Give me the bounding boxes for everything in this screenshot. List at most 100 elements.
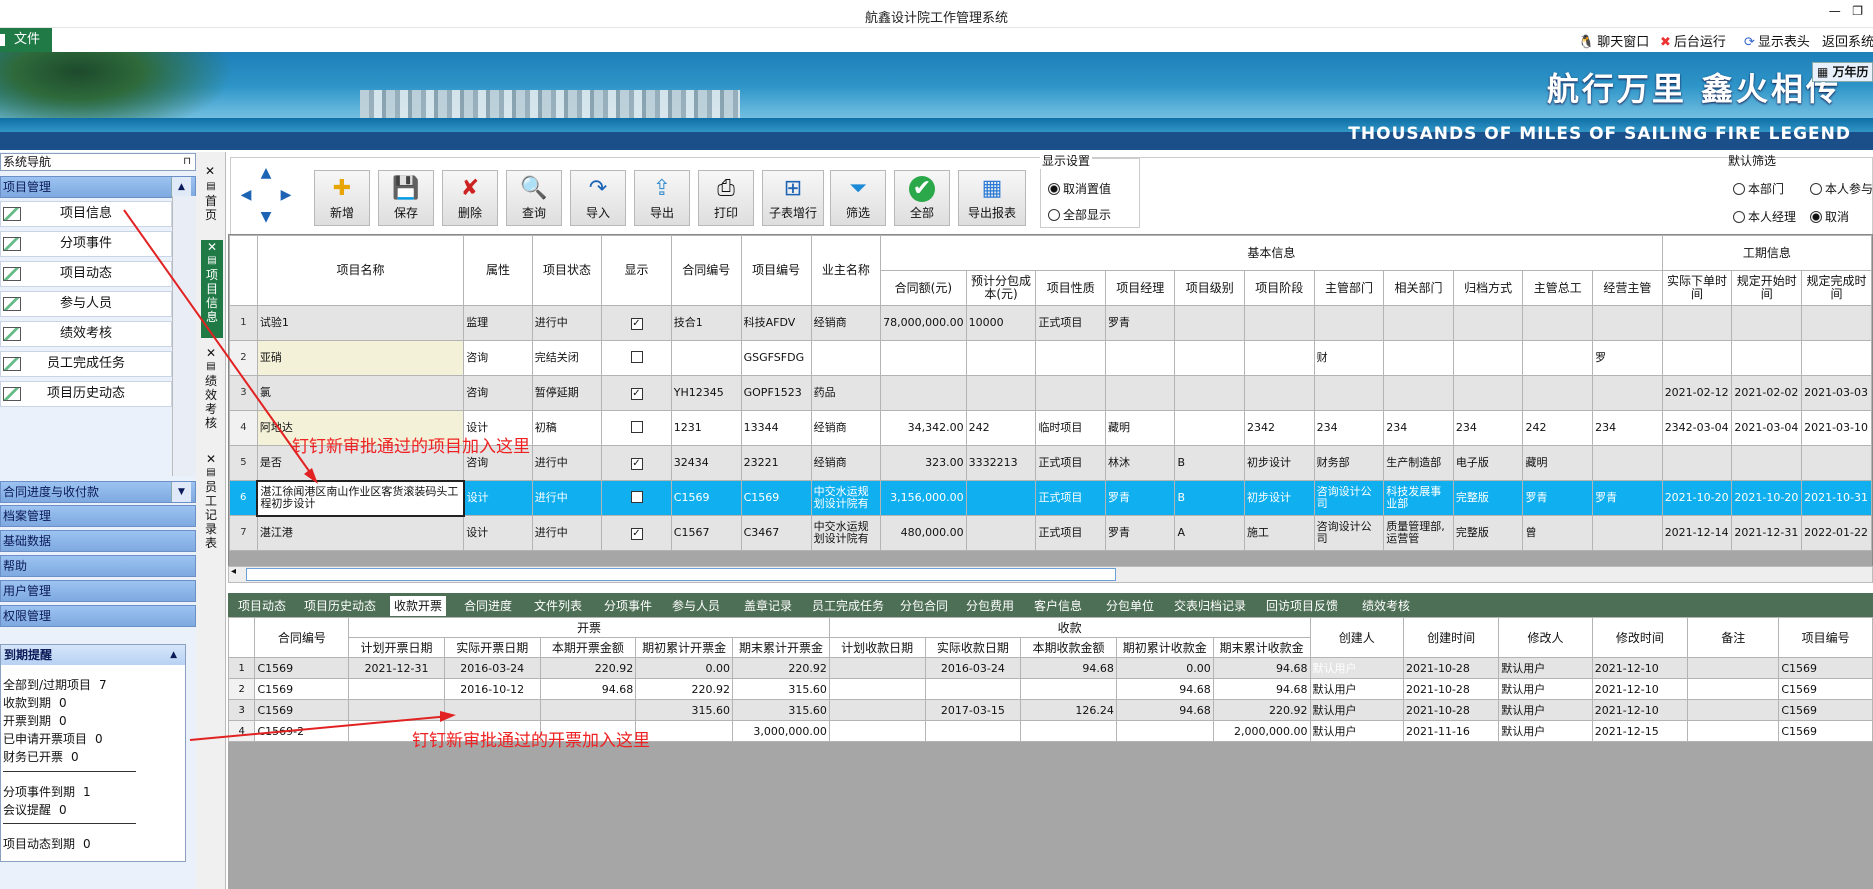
detail-tab[interactable]: 盖章记录 (740, 596, 796, 616)
col-header[interactable]: 本期开票金额 (539, 637, 637, 658)
table-cell[interactable]: 2021-12-10 (1591, 699, 1689, 721)
table-cell[interactable]: C1569 (1778, 657, 1873, 679)
filter-button[interactable]: ⏷ 筛选 (830, 170, 886, 226)
nav-group-permission[interactable]: 权限管理 (0, 605, 196, 627)
table-cell[interactable]: 默认用户 (1309, 678, 1404, 700)
export-report-button[interactable]: ▦ 导出报表 (958, 170, 1026, 226)
file-menu-button[interactable]: 文件 (0, 28, 52, 52)
detail-tab[interactable]: 分项事件 (600, 596, 656, 616)
table-cell[interactable]: 默认用户 (1498, 678, 1593, 700)
table-cell[interactable] (1383, 340, 1454, 376)
col-header[interactable]: 期初累计收款金 (1115, 637, 1214, 658)
detail-tab[interactable]: 员工完成任务 (808, 596, 888, 616)
background-run-button[interactable]: ✖ 后台运行 (1660, 31, 1726, 50)
table-cell[interactable]: 126.24 (1020, 699, 1117, 721)
calendar-button[interactable]: ▦ 万年历 (1812, 62, 1873, 82)
table-cell[interactable]: 242 (965, 410, 1037, 446)
table-cell[interactable] (1801, 340, 1872, 376)
col-header[interactable]: 创建人 (1309, 617, 1404, 658)
table-cell[interactable]: C1569 (1778, 678, 1873, 700)
table-cell[interactable]: 2021-10-20 (1661, 480, 1733, 516)
print-button[interactable]: ⎙ 打印 (698, 170, 754, 226)
table-cell[interactable]: 323.00 (880, 445, 967, 481)
table-cell[interactable]: 罗青 (1104, 515, 1176, 551)
table-cell[interactable]: 2021-03-10 (1801, 410, 1872, 446)
nav-item-subevent[interactable]: 分项事件 (0, 231, 172, 257)
detail-tab[interactable]: 分包费用 (962, 596, 1018, 616)
col-header[interactable]: 项目名称 (256, 235, 465, 306)
row-number[interactable]: 4 (227, 720, 256, 742)
table-cell[interactable]: 34,342.00 (880, 410, 967, 446)
table-cell[interactable]: 2342 (1243, 410, 1315, 446)
table-cell[interactable] (539, 699, 637, 721)
table-cell[interactable]: 经销商 (810, 305, 882, 341)
row-number[interactable]: 5 (229, 445, 258, 481)
add-subrow-button[interactable]: ⊞ 子表增行 (762, 170, 824, 226)
table-cell[interactable] (1174, 375, 1245, 411)
checkbox[interactable]: ✓ (630, 387, 643, 400)
reminder-row[interactable]: 已申请开票项目 0 (3, 730, 103, 747)
table-cell[interactable]: C3467 (740, 515, 812, 551)
table-cell[interactable]: 78,000,000.00 (880, 305, 967, 341)
nav-item-project-info[interactable]: 项目信息 (0, 201, 172, 227)
table-cell[interactable] (1661, 305, 1733, 341)
table-cell[interactable]: 默认用户 (1498, 720, 1593, 742)
table-cell[interactable] (1383, 305, 1454, 341)
table-cell[interactable] (1452, 375, 1524, 411)
table-cell[interactable]: 23221 (740, 445, 812, 481)
table-cell[interactable]: 2016-03-24 (443, 657, 541, 679)
table-cell[interactable]: 13344 (740, 410, 812, 446)
reminder-row[interactable]: 项目动态到期 0 (3, 835, 91, 852)
table-cell[interactable]: 32434 (670, 445, 742, 481)
table-cell[interactable]: A (1174, 515, 1245, 551)
table-row[interactable]: 3 氯咨询 暂停延期 ✓ YH12345 GOPF1523 药品 2021-02-12 2021… (229, 375, 1872, 411)
table-cell[interactable] (1801, 445, 1872, 481)
table-cell[interactable]: 220.92 (1212, 699, 1311, 721)
add-button[interactable]: ✚ 新增 (314, 170, 370, 226)
chat-window-button[interactable]: 🐧 聊天窗口 (1578, 31, 1649, 50)
project-name-cell[interactable]: 湛江徐闻港区南山作业区客货滚装码头工程初步设计 (256, 479, 465, 517)
table-cell[interactable]: C1569-2 (254, 720, 350, 742)
table-cell[interactable]: 经销商 (810, 445, 882, 481)
table-cell[interactable]: 罗青 (1104, 305, 1176, 341)
table-cell[interactable]: 初步设计 (1243, 480, 1315, 516)
col-header[interactable]: 创建时间 (1402, 617, 1500, 658)
display-checkbox[interactable]: ✓ (601, 515, 672, 551)
table-cell[interactable]: 正式项目 (1035, 445, 1106, 481)
table-cell[interactable]: 2016-10-12 (443, 678, 541, 700)
table-cell[interactable] (1592, 375, 1663, 411)
table-cell[interactable] (965, 375, 1037, 411)
table-cell[interactable] (1687, 720, 1780, 742)
project-name-cell[interactable]: 亚硝 (256, 340, 465, 376)
table-cell[interactable]: 咨询 (463, 375, 533, 411)
table-row[interactable]: 2 C1569 2016-10-12 94.68 220.92 315.60 94.68 94… (227, 678, 1873, 700)
table-row[interactable]: 3 C1569 315.60 315.60 2017-03-15 126.24 94.68 2… (227, 699, 1873, 721)
table-cell[interactable]: B (1174, 480, 1245, 516)
table-cell[interactable] (1661, 445, 1733, 481)
table-cell[interactable] (1592, 445, 1663, 481)
nav-group-help[interactable]: 帮助 (0, 555, 196, 577)
row-number[interactable]: 4 (229, 410, 258, 446)
table-cell[interactable]: 暂停延期 (531, 375, 603, 411)
table-cell[interactable]: 初稿 (531, 410, 603, 446)
radio-cancel-value[interactable]: 取消置值 (1048, 180, 1111, 197)
table-cell[interactable]: 药品 (810, 375, 882, 411)
all-button[interactable]: ✔ 全部 (894, 170, 950, 226)
table-cell[interactable] (1243, 305, 1315, 341)
table-cell[interactable]: 完整版 (1452, 480, 1524, 516)
detail-tab[interactable]: 合同进度 (460, 596, 516, 616)
table-cell[interactable] (1522, 340, 1594, 376)
table-cell[interactable]: 完结关闭 (531, 340, 603, 376)
reminder-row[interactable]: 财务已开票 0 (3, 748, 79, 765)
col-header[interactable]: 本期收款金额 (1020, 637, 1117, 658)
table-cell[interactable] (1592, 515, 1663, 551)
table-cell[interactable] (1687, 699, 1780, 721)
table-cell[interactable]: C1569 (254, 699, 350, 721)
detail-tab[interactable]: 分包合同 (896, 596, 952, 616)
table-cell[interactable]: C1569 (1778, 699, 1873, 721)
table-cell[interactable] (1243, 340, 1315, 376)
col-header[interactable]: 归档方式 (1452, 270, 1524, 306)
table-cell[interactable] (348, 699, 445, 721)
tab-project-info[interactable]: ✕ ▤ 项目信息 (201, 240, 223, 338)
table-cell[interactable]: 正式项目 (1035, 515, 1106, 551)
